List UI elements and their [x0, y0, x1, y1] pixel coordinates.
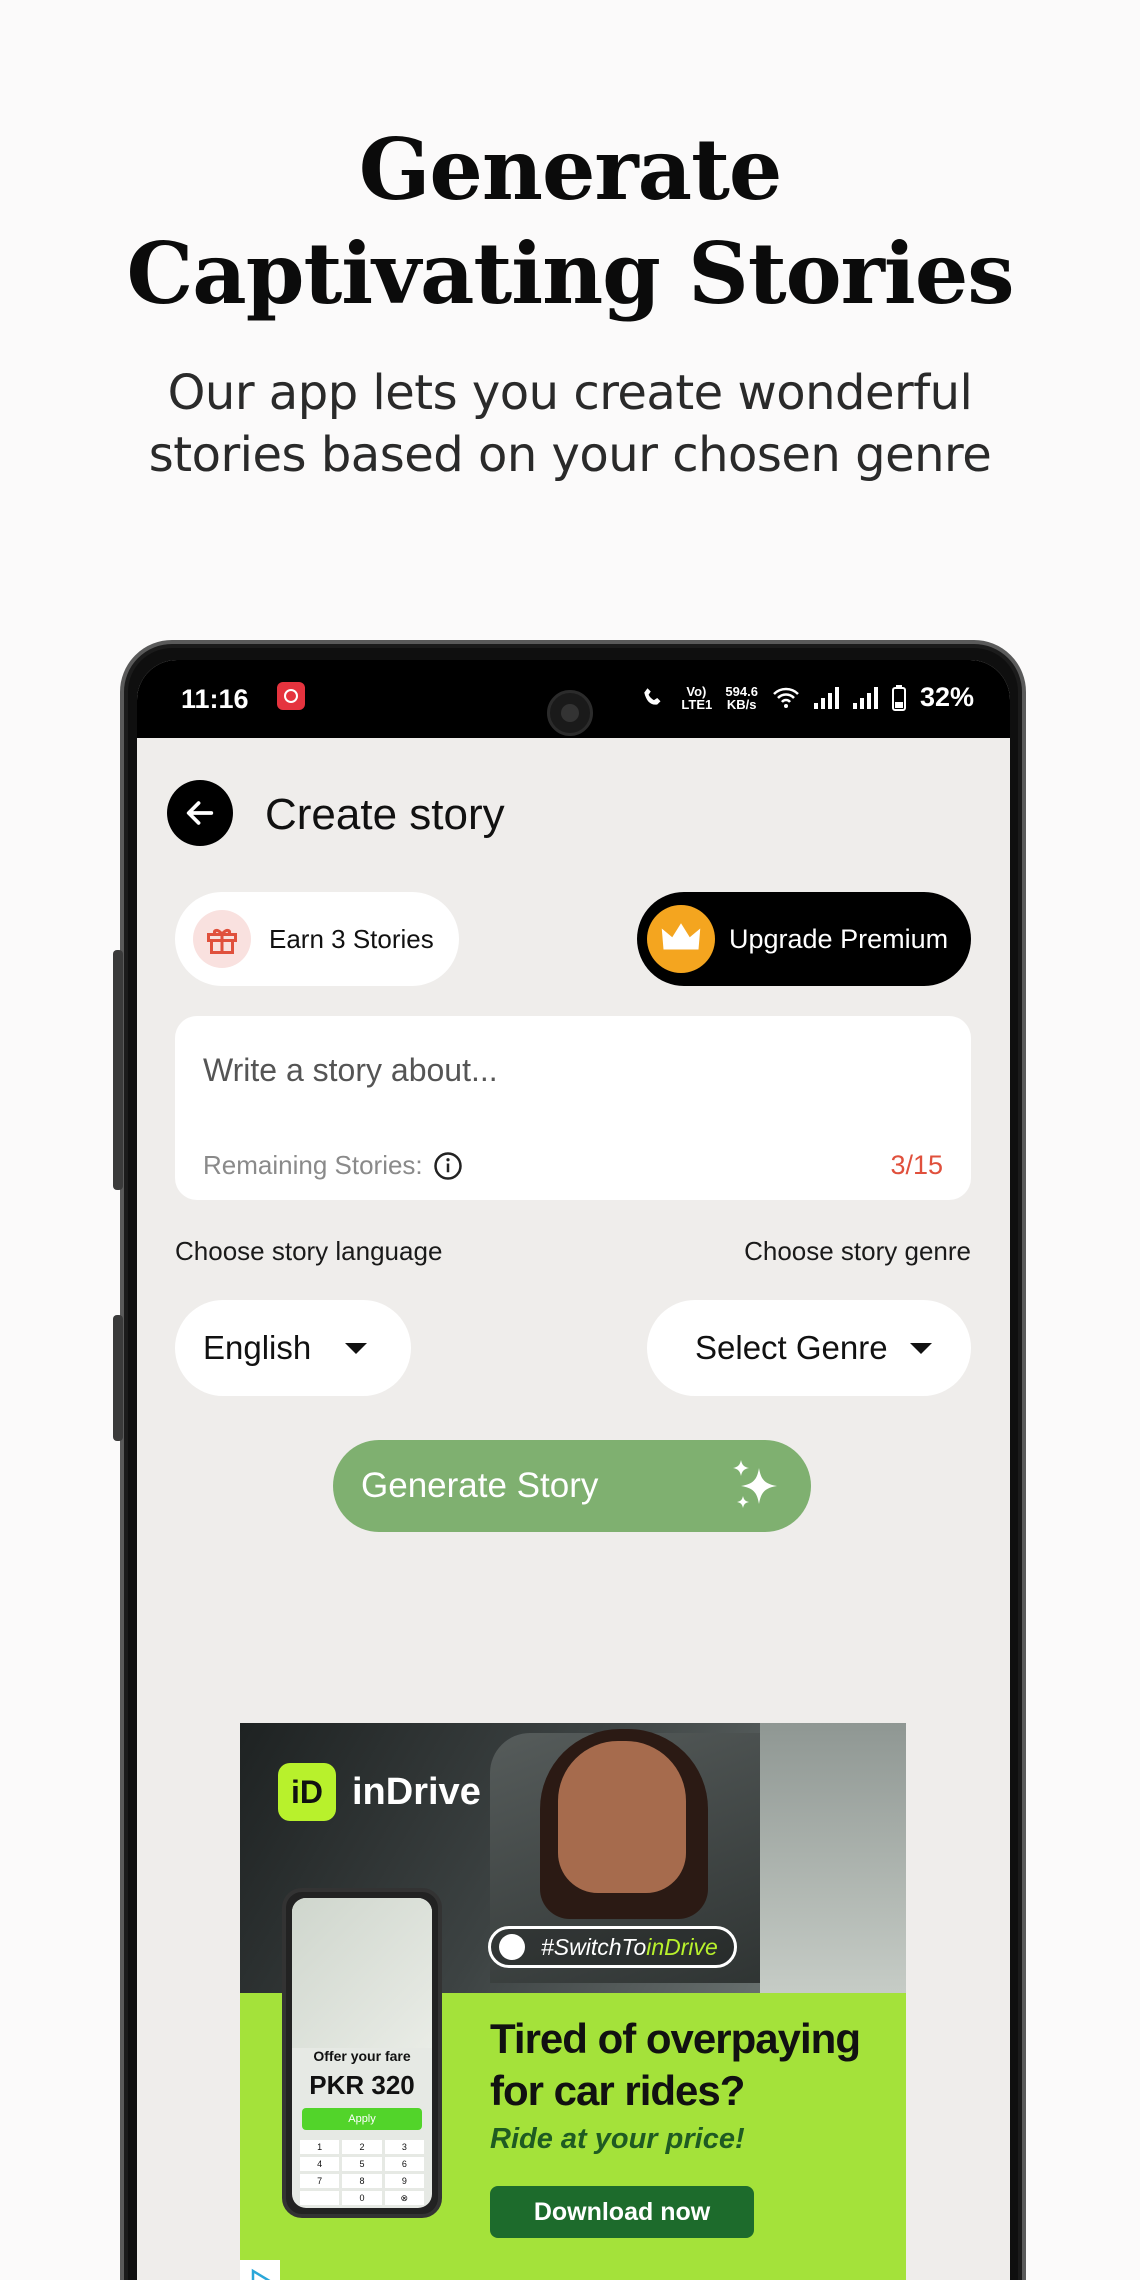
- ad-brand-name: inDrive: [352, 1770, 481, 1813]
- ad-map: [292, 1898, 432, 2048]
- back-button[interactable]: [167, 780, 233, 846]
- remaining-stories-count: 3/15: [890, 1150, 943, 1180]
- subline-line-1: Our app lets you create wonderful: [167, 365, 973, 421]
- sparkle-icon: [733, 1460, 777, 1508]
- ad-apply-button: Apply: [302, 2108, 422, 2130]
- network-speed: 594.6 KB/s: [725, 685, 758, 711]
- generate-story-label: Generate Story: [361, 1466, 599, 1505]
- caret-down-icon: [345, 1342, 368, 1354]
- indrive-logo: iD: [278, 1763, 336, 1821]
- ad-key: 0: [342, 2191, 382, 2205]
- language-value: English: [203, 1329, 312, 1366]
- ad-key: [300, 2191, 340, 2205]
- crown-icon: [647, 905, 715, 973]
- call-icon: [644, 687, 661, 705]
- status-indicators: Vo) LTE1 594.6 KB/s 32%: [641, 682, 974, 713]
- ad-key: 1: [300, 2140, 340, 2154]
- ad-subline: Ride at your price!: [490, 2123, 745, 2155]
- genre-value: Select Genre: [695, 1329, 888, 1366]
- ad-key: 8: [342, 2174, 382, 2188]
- earn-stories-button[interactable]: Earn 3 Stories: [175, 892, 459, 986]
- info-icon[interactable]: [433, 1151, 463, 1181]
- promo-headline: Generate Captivating Stories: [0, 118, 1140, 326]
- headline-line-2: Captivating Stories: [126, 224, 1014, 323]
- caret-down-icon: [909, 1342, 932, 1354]
- app-screen: 11:16 Vo) LTE1 594.6 KB/s 32% Create sto…: [137, 660, 1010, 2280]
- ad-phone-mockup: Offer your fare PKR 320 Apply 1 2 3 4 5 …: [282, 1888, 442, 2218]
- earn-stories-label: Earn 3 Stories: [269, 923, 434, 954]
- status-time: 11:16: [181, 684, 249, 714]
- ad-key: 6: [384, 2157, 424, 2171]
- genre-label: Choose story genre: [744, 1236, 971, 1266]
- language-label: Choose story language: [175, 1236, 443, 1266]
- subline-line-2: stories based on your chosen genre: [148, 427, 992, 483]
- front-camera: [547, 690, 593, 736]
- signal-icon: [852, 686, 878, 709]
- ad-hashtag-prefix: #SwitchTo: [541, 1934, 647, 1960]
- ad-person: [558, 1741, 686, 1893]
- ad-offer-label: Offer your fare: [313, 2048, 411, 2064]
- ad-hashtag: #SwitchToinDrive: [488, 1926, 737, 1968]
- ad-hashtag-highlight: inDrive: [646, 1934, 718, 1960]
- generate-story-button[interactable]: Generate Story: [333, 1440, 811, 1532]
- volte-indicator: Vo) LTE1: [681, 683, 713, 712]
- ad-brand: iD inDrive: [278, 1763, 481, 1821]
- ad-key: 7: [300, 2174, 340, 2188]
- genre-select[interactable]: Select Genre: [647, 1300, 971, 1396]
- arrow-left-icon: [186, 801, 214, 825]
- ad-headline-line-1: Tired of overpaying: [490, 2015, 861, 2062]
- ad-key: 4: [300, 2157, 340, 2171]
- adchoices-icon[interactable]: [240, 2260, 280, 2280]
- ad-headline-line-2: for car rides?: [490, 2067, 745, 2114]
- ad-phone-screen: Offer your fare PKR 320 Apply 1 2 3 4 5 …: [292, 1898, 432, 2208]
- battery-icon: [891, 684, 906, 711]
- upgrade-premium-button[interactable]: Upgrade Premium: [637, 892, 971, 986]
- ad-price: PKR 320: [309, 2070, 415, 2100]
- page-title: Create story: [265, 790, 505, 839]
- status-bar: 11:16 Vo) LTE1 594.6 KB/s 32%: [137, 660, 1010, 738]
- upgrade-premium-label: Upgrade Premium: [729, 923, 949, 954]
- notification-app-icon: [277, 682, 305, 710]
- wifi-icon: [773, 687, 799, 708]
- promo-subline: Our app lets you create wonderful storie…: [0, 362, 1140, 486]
- ad-key: ⊗: [384, 2191, 424, 2205]
- ad-keypad: 1 2 3 4 5 6 7 8 9 0 ⊗: [300, 2140, 424, 2205]
- ad-headline: Tired of overpaying for car rides?: [490, 2013, 861, 2117]
- power-button: [113, 1315, 123, 1441]
- language-select[interactable]: English: [175, 1300, 411, 1396]
- ad-key: 3: [384, 2140, 424, 2154]
- ad-key: 2: [342, 2140, 382, 2154]
- network-speed-unit: KB/s: [726, 696, 757, 712]
- story-prompt-card: Remaining Stories: 3/15: [175, 1016, 971, 1200]
- story-prompt-input[interactable]: [203, 1052, 943, 1089]
- remaining-stories: Remaining Stories:: [203, 1150, 463, 1181]
- ad-key: 5: [342, 2157, 382, 2171]
- signal-icon: [813, 686, 839, 709]
- ad-banner[interactable]: iD inDrive #SwitchToinDrive Offer your f…: [240, 1723, 906, 2280]
- ad-download-button[interactable]: Download now: [490, 2186, 754, 2238]
- ad-key: 9: [384, 2174, 424, 2188]
- volume-button: [113, 950, 123, 1190]
- remaining-stories-label: Remaining Stories:: [203, 1150, 423, 1180]
- ad-car-seat: [760, 1723, 906, 1993]
- headline-line-1: Generate: [358, 120, 783, 219]
- battery-percent: 32%: [919, 682, 974, 712]
- gift-icon: [193, 910, 251, 968]
